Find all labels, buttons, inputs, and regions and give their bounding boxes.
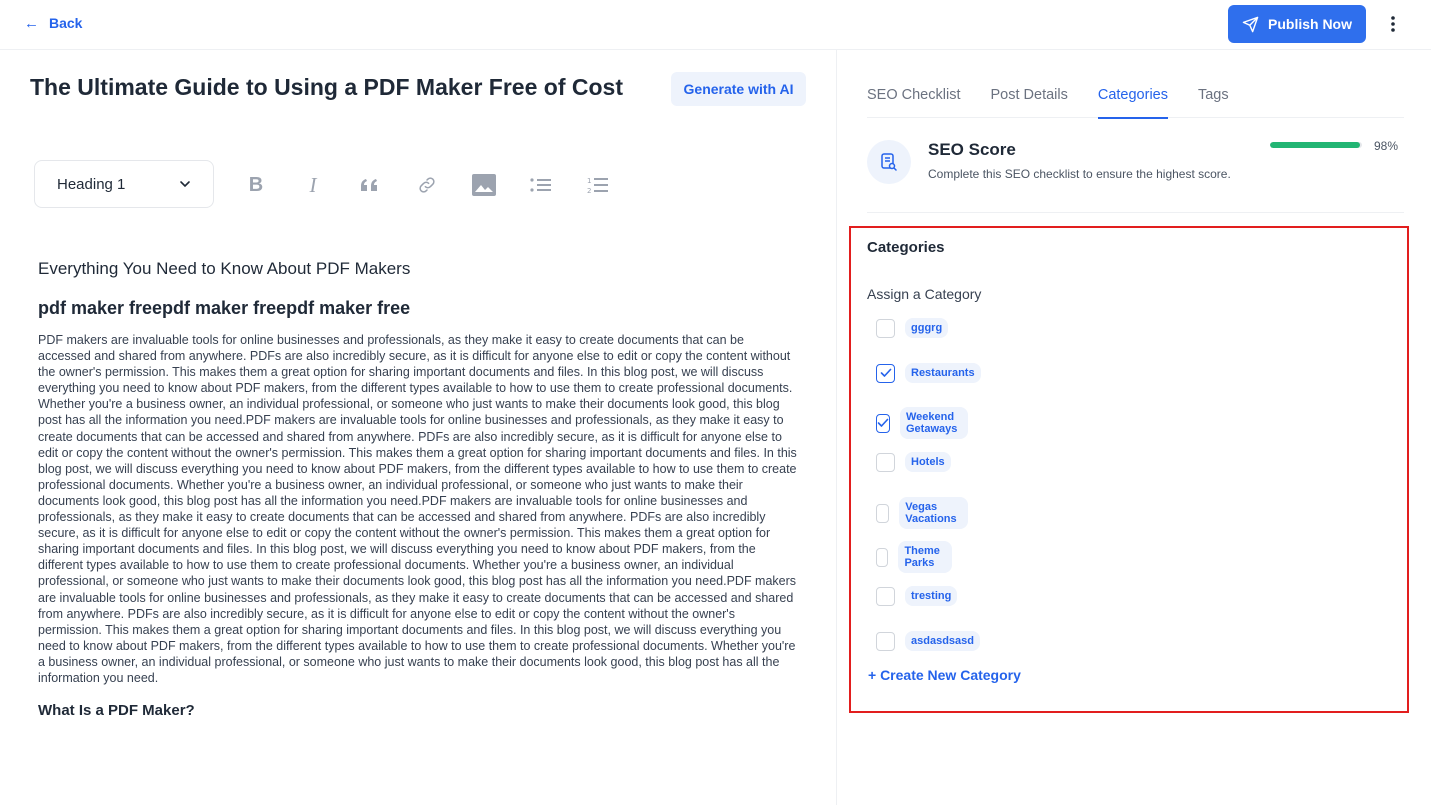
publish-label: Publish Now	[1268, 16, 1352, 32]
seo-report-icon	[867, 140, 911, 184]
category-item[interactable]: gggrg	[876, 318, 949, 338]
seo-divider	[867, 212, 1404, 213]
category-checkbox[interactable]	[876, 631, 895, 651]
seo-score-subtitle: Complete this SEO checklist to ensure th…	[928, 167, 1231, 181]
panel-tabs: SEO Checklist Post Details Categories Ta…	[867, 72, 1404, 119]
arrow-left-icon: ←	[24, 14, 39, 32]
category-chip: gggrg	[905, 318, 949, 338]
svg-text:2: 2	[587, 187, 591, 194]
content-heading-3-next: What Is a PDF Maker?	[38, 702, 195, 720]
category-checkbox[interactable]	[876, 318, 895, 338]
publish-now-button[interactable]: Publish Now	[1228, 5, 1366, 43]
category-checkbox[interactable]	[876, 452, 895, 472]
category-item[interactable]: Vegas Vacations	[876, 497, 969, 529]
generate-with-ai-button[interactable]: Generate with AI	[671, 72, 806, 106]
formatting-toolbar: B I 12	[240, 170, 639, 200]
tab-seo-checklist[interactable]: SEO Checklist	[867, 72, 960, 118]
chevron-down-icon	[180, 181, 190, 188]
editor-content[interactable]: Everything You Need to Know About PDF Ma…	[38, 258, 800, 738]
post-title[interactable]: The Ultimate Guide to Using a PDF Maker …	[30, 72, 630, 102]
panel-divider	[836, 50, 837, 805]
category-chip: Vegas Vacations	[899, 497, 969, 529]
category-checkbox[interactable]	[876, 413, 890, 433]
bold-icon[interactable]: B	[240, 170, 272, 200]
category-item[interactable]: asdasdsasd	[876, 631, 980, 651]
categories-title: Categories	[867, 239, 945, 256]
tab-post-details[interactable]: Post Details	[990, 72, 1067, 118]
category-item[interactable]: Restaurants	[876, 363, 981, 383]
tab-tags[interactable]: Tags	[1198, 72, 1229, 118]
category-checkbox[interactable]	[876, 363, 895, 383]
category-chip: Restaurants	[905, 363, 981, 383]
category-chip: tresting	[905, 586, 958, 606]
checkmark-icon	[877, 418, 889, 427]
category-checkbox[interactable]	[876, 586, 895, 606]
category-item[interactable]: tresting	[876, 586, 958, 606]
back-button[interactable]: ← Back	[24, 15, 82, 31]
content-heading-3: Everything You Need to Know About PDF Ma…	[38, 259, 411, 278]
category-chip: Theme Parks	[898, 541, 953, 573]
create-new-category-link[interactable]: + Create New Category	[868, 667, 1021, 683]
category-item[interactable]: Weekend Getaways	[876, 407, 969, 439]
category-checkbox[interactable]	[876, 547, 889, 567]
seo-score-title: SEO Score	[928, 140, 1016, 159]
svg-text:1: 1	[587, 177, 591, 185]
category-chip: Weekend Getaways	[900, 407, 969, 439]
category-chip: asdasdsasd	[905, 631, 980, 651]
italic-icon[interactable]: I	[297, 170, 329, 200]
category-item[interactable]: Hotels	[876, 452, 951, 472]
heading-select-value: Heading 1	[57, 175, 126, 193]
numbered-list-icon[interactable]: 12	[582, 170, 614, 200]
content-heading-2: pdf maker freepdf maker freepdf maker fr…	[38, 298, 411, 318]
content-paragraph: PDF makers are invaluable tools for onli…	[38, 333, 797, 685]
link-icon[interactable]	[411, 170, 443, 200]
seo-score-progress-fill	[1270, 142, 1361, 148]
back-label: Back	[49, 15, 83, 31]
category-chip: Hotels	[905, 452, 951, 472]
bulleted-list-icon[interactable]	[525, 170, 557, 200]
checkmark-icon	[880, 368, 891, 377]
category-item[interactable]: Theme Parks	[876, 541, 953, 573]
tab-categories[interactable]: Categories	[1097, 72, 1169, 119]
category-checkbox[interactable]	[876, 503, 890, 523]
quote-icon[interactable]	[354, 170, 386, 200]
image-icon[interactable]	[468, 170, 500, 200]
assign-category-label: Assign a Category	[867, 286, 982, 302]
seo-score-percent: 98%	[1374, 139, 1399, 153]
top-bar: ← Back Publish Now	[0, 0, 1431, 50]
seo-score-progress-bar	[1270, 142, 1362, 148]
heading-level-select[interactable]: Heading 1	[34, 160, 214, 208]
more-options-icon[interactable]	[1376, 5, 1410, 43]
send-icon	[1242, 16, 1259, 32]
